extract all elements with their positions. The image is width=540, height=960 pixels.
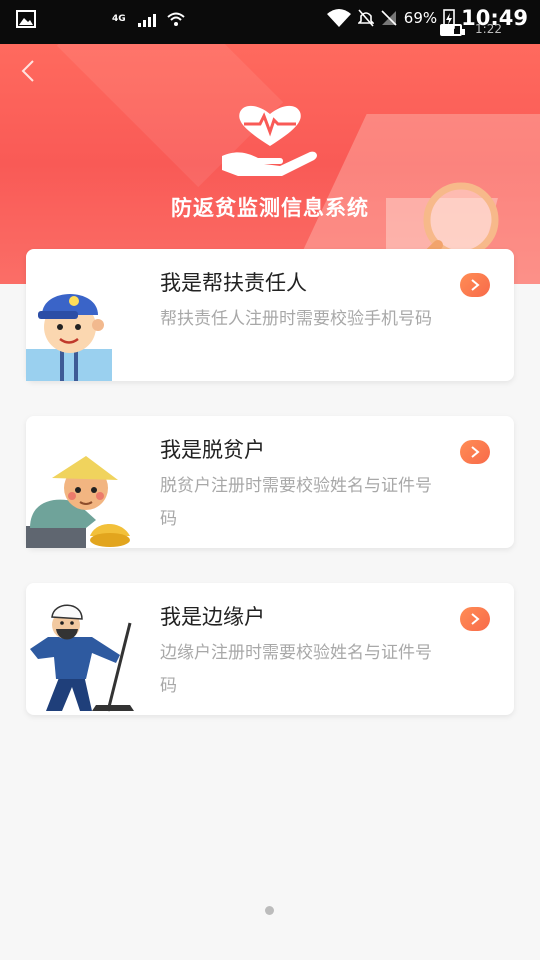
secondary-time: 1:22 (475, 22, 502, 36)
option-arrow-button[interactable] (460, 440, 490, 464)
page-indicator-dot (265, 906, 274, 915)
option-card-out-of-poverty[interactable]: 我是脱贫户 脱贫户注册时需要校验姓名与证件号码 (26, 416, 514, 548)
option-description: 帮扶责任人注册时需要校验手机号码 (160, 309, 432, 329)
no-signal-icon (381, 10, 397, 26)
chevron-right-icon (471, 613, 480, 625)
farmer-illustration (26, 456, 130, 548)
option-card-helper[interactable]: 我是帮扶责任人 帮扶责任人注册时需要校验手机号码 (26, 249, 514, 381)
option-arrow-button[interactable] (460, 273, 490, 297)
option-title: 我是脱贫户 (160, 438, 265, 462)
wifi-icon (166, 12, 185, 26)
option-description: 边缘户注册时需要校验姓名与证件号码 (160, 643, 432, 696)
status-bar: 4G 69% 10:49 1:22 (0, 0, 540, 44)
battery-percent: 69% (403, 9, 438, 27)
back-button[interactable] (18, 58, 42, 82)
mute-icon (357, 9, 374, 27)
option-title: 我是边缘户 (160, 605, 265, 629)
status-left: 4G (16, 10, 186, 28)
network-type: 4G (112, 14, 126, 24)
image-icon (16, 10, 36, 28)
heart-in-hand-icon (222, 105, 317, 176)
signal-icon (137, 11, 156, 27)
page-title: 防返贫监测信息系统 (171, 196, 369, 220)
chevron-left-icon (21, 60, 34, 82)
option-arrow-button[interactable] (460, 607, 490, 631)
option-description: 脱贫户注册时需要校验姓名与证件号码 (160, 476, 432, 529)
worker-illustration (30, 604, 134, 712)
option-card-marginal[interactable]: 我是边缘户 边缘户注册时需要校验姓名与证件号码 (26, 583, 514, 715)
battery-icon (440, 24, 465, 36)
wifi-full-icon (326, 9, 351, 27)
staff-illustration (26, 294, 112, 381)
option-title: 我是帮扶责任人 (160, 271, 307, 295)
chevron-right-icon (471, 279, 480, 291)
chevron-right-icon (471, 446, 480, 458)
